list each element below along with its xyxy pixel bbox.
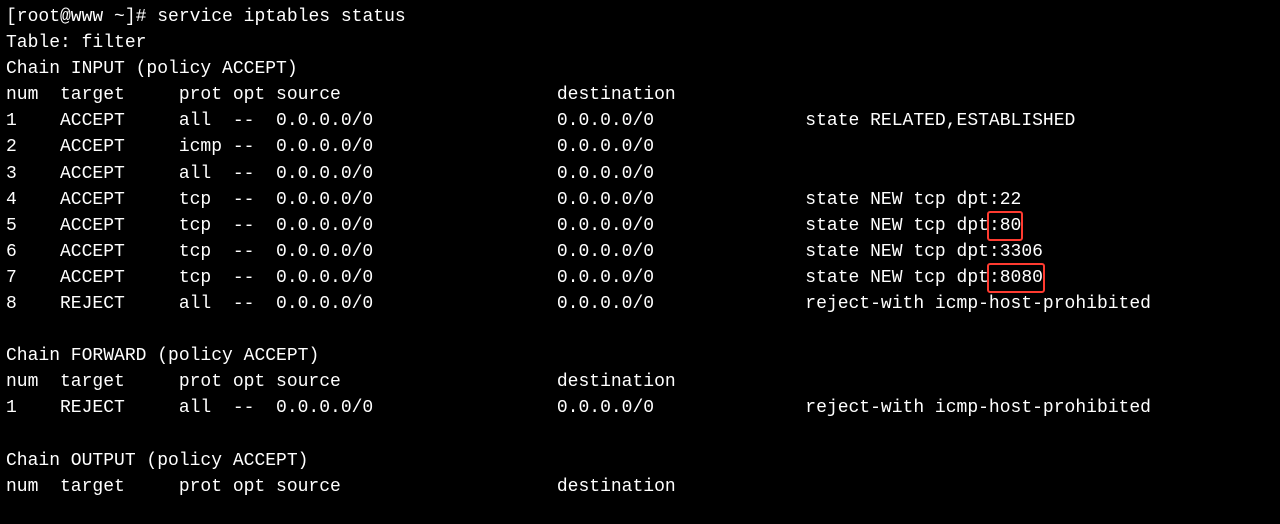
col-source: 0.0.0.0/0	[276, 239, 557, 265]
col-target: ACCEPT	[60, 265, 179, 291]
blank-line	[6, 422, 1274, 448]
col-source: 0.0.0.0/0	[276, 291, 557, 317]
col-num: 6	[6, 239, 60, 265]
table-row: 7ACCEPTtcp--0.0.0.0/00.0.0.0/0state NEW …	[6, 265, 1274, 291]
col-extra: state NEW tcp dpt:3306	[805, 239, 1043, 265]
col-destination: 0.0.0.0/0	[557, 395, 805, 421]
col-extra: state RELATED,ESTABLISHED	[805, 108, 1075, 134]
col-num: 3	[6, 161, 60, 187]
chain-output-title: Chain OUTPUT (policy ACCEPT)	[6, 448, 1274, 474]
col-source: 0.0.0.0/0	[276, 187, 557, 213]
col-prot: all	[179, 291, 233, 317]
col-prot: all	[179, 395, 233, 421]
col-destination: 0.0.0.0/0	[557, 161, 805, 187]
col-opt: --	[233, 161, 276, 187]
col-num: 5	[6, 213, 60, 239]
highlight-icon	[987, 263, 1045, 293]
col-destination: 0.0.0.0/0	[557, 134, 805, 160]
col-target: ACCEPT	[60, 187, 179, 213]
column-header: numtargetprotoptsourcedestination	[6, 474, 1274, 500]
table-row: 8REJECTall--0.0.0.0/00.0.0.0/0reject-wit…	[6, 291, 1274, 317]
col-num: 2	[6, 134, 60, 160]
col-opt: --	[233, 265, 276, 291]
chain-forward-title: Chain FORWARD (policy ACCEPT)	[6, 343, 1274, 369]
table-row: 4ACCEPTtcp--0.0.0.0/00.0.0.0/0state NEW …	[6, 187, 1274, 213]
col-target: ACCEPT	[60, 239, 179, 265]
col-num: 8	[6, 291, 60, 317]
col-destination: 0.0.0.0/0	[557, 213, 805, 239]
col-prot: tcp	[179, 187, 233, 213]
table-row: 1ACCEPTall--0.0.0.0/00.0.0.0/0state RELA…	[6, 108, 1274, 134]
col-extra: state NEW tcp dpt:22	[805, 187, 1021, 213]
col-opt: --	[233, 108, 276, 134]
col-prot: all	[179, 108, 233, 134]
col-source: 0.0.0.0/0	[276, 265, 557, 291]
col-num: 7	[6, 265, 60, 291]
highlight-icon	[987, 211, 1023, 241]
blank-line	[6, 317, 1274, 343]
col-destination: 0.0.0.0/0	[557, 265, 805, 291]
table-row: 5ACCEPTtcp--0.0.0.0/00.0.0.0/0state NEW …	[6, 213, 1274, 239]
col-target: ACCEPT	[60, 213, 179, 239]
command-line: [root@www ~]# service iptables status	[6, 4, 1274, 30]
col-extra: reject-with icmp-host-prohibited	[805, 291, 1151, 317]
col-num: 4	[6, 187, 60, 213]
col-prot: tcp	[179, 239, 233, 265]
col-destination: 0.0.0.0/0	[557, 291, 805, 317]
col-target: REJECT	[60, 395, 179, 421]
col-prot: icmp	[179, 134, 233, 160]
col-opt: --	[233, 395, 276, 421]
col-destination: 0.0.0.0/0	[557, 187, 805, 213]
chain-input-title: Chain INPUT (policy ACCEPT)	[6, 56, 1274, 82]
col-prot: tcp	[179, 213, 233, 239]
highlight-annotation: :80	[989, 213, 1021, 239]
table-row: 6ACCEPTtcp--0.0.0.0/00.0.0.0/0state NEW …	[6, 239, 1274, 265]
col-target: REJECT	[60, 291, 179, 317]
col-source: 0.0.0.0/0	[276, 213, 557, 239]
shell-command[interactable]: service iptables status	[157, 4, 405, 30]
table-row: 1REJECTall--0.0.0.0/00.0.0.0/0reject-wit…	[6, 395, 1274, 421]
col-destination: 0.0.0.0/0	[557, 239, 805, 265]
column-header: numtargetprotoptsourcedestination	[6, 82, 1274, 108]
col-opt: --	[233, 239, 276, 265]
shell-prompt: [root@www ~]#	[6, 4, 157, 30]
col-extra: reject-with icmp-host-prohibited	[805, 395, 1151, 421]
table-row: 2ACCEPTicmp--0.0.0.0/00.0.0.0/0	[6, 134, 1274, 160]
table-row: 3ACCEPTall--0.0.0.0/00.0.0.0/0	[6, 161, 1274, 187]
col-target: ACCEPT	[60, 161, 179, 187]
col-source: 0.0.0.0/0	[276, 161, 557, 187]
col-opt: --	[233, 187, 276, 213]
col-source: 0.0.0.0/0	[276, 134, 557, 160]
highlight-annotation: :8080	[989, 265, 1043, 291]
col-extra: state NEW tcp dpt:80	[805, 213, 1021, 239]
table-filter-line: Table: filter	[6, 30, 1274, 56]
col-extra: state NEW tcp dpt:8080	[805, 265, 1043, 291]
col-opt: --	[233, 134, 276, 160]
col-prot: tcp	[179, 265, 233, 291]
col-source: 0.0.0.0/0	[276, 395, 557, 421]
col-opt: --	[233, 291, 276, 317]
col-target: ACCEPT	[60, 108, 179, 134]
col-num: 1	[6, 108, 60, 134]
col-source: 0.0.0.0/0	[276, 108, 557, 134]
col-destination: 0.0.0.0/0	[557, 108, 805, 134]
col-num: 1	[6, 395, 60, 421]
col-prot: all	[179, 161, 233, 187]
column-header: numtargetprotoptsourcedestination	[6, 369, 1274, 395]
col-target: ACCEPT	[60, 134, 179, 160]
col-opt: --	[233, 213, 276, 239]
